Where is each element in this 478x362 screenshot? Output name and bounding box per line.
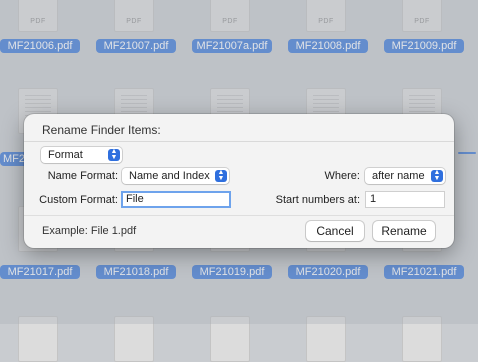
where-value: after name bbox=[372, 170, 425, 182]
cancel-button[interactable]: Cancel bbox=[306, 221, 364, 241]
start-numbers-label: Start numbers at: bbox=[275, 194, 360, 206]
rename-finder-items-dialog: Rename Finder Items: Format ▲ ▼ Name Form… bbox=[24, 114, 454, 248]
chevron-updown-icon: ▲ ▼ bbox=[431, 169, 443, 182]
custom-format-field[interactable]: File bbox=[121, 191, 231, 208]
dialog-title: Rename Finder Items: bbox=[42, 123, 161, 137]
custom-format-label: Custom Format: bbox=[39, 194, 118, 206]
name-format-label: Name Format: bbox=[47, 170, 118, 182]
chevron-updown-icon: ▲ ▼ bbox=[215, 169, 227, 182]
divider bbox=[24, 141, 454, 142]
name-format-popup[interactable]: Name and Index ▲ ▼ bbox=[122, 168, 229, 184]
rename-mode-popup[interactable]: Format ▲ ▼ bbox=[41, 147, 122, 163]
rename-mode-value: Format bbox=[48, 149, 83, 161]
rename-button[interactable]: Rename bbox=[373, 221, 435, 241]
name-format-value: Name and Index bbox=[129, 170, 210, 182]
where-label: Where: bbox=[324, 170, 360, 182]
start-numbers-field[interactable]: 1 bbox=[365, 191, 445, 208]
chevron-updown-icon: ▲ ▼ bbox=[108, 148, 120, 161]
divider bbox=[24, 215, 454, 216]
where-popup[interactable]: after name ▲ ▼ bbox=[365, 168, 445, 184]
example-preview: Example: File 1.pdf bbox=[42, 225, 137, 237]
